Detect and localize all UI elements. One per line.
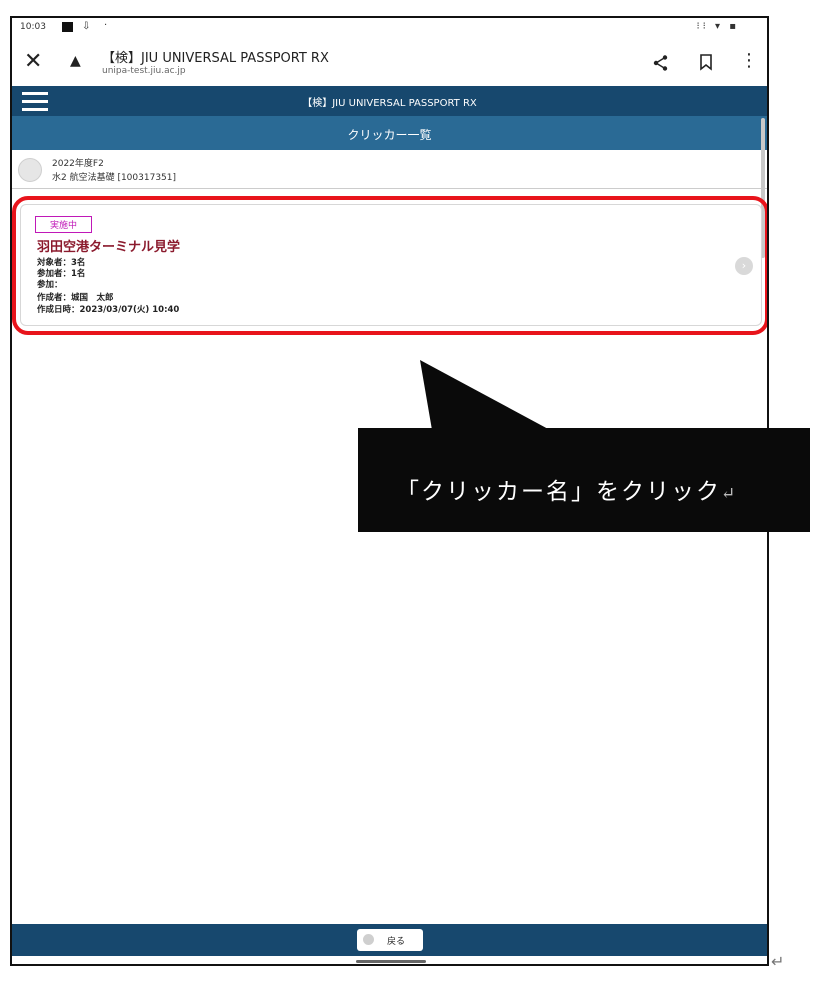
callout-text: 「クリッカー名」をクリック↵ (396, 479, 738, 505)
document-return-mark: ↵ (771, 952, 785, 971)
return-mark: ↵ (721, 484, 738, 504)
instruction-callout: 「クリッカー名」をクリック↵ (358, 428, 810, 532)
